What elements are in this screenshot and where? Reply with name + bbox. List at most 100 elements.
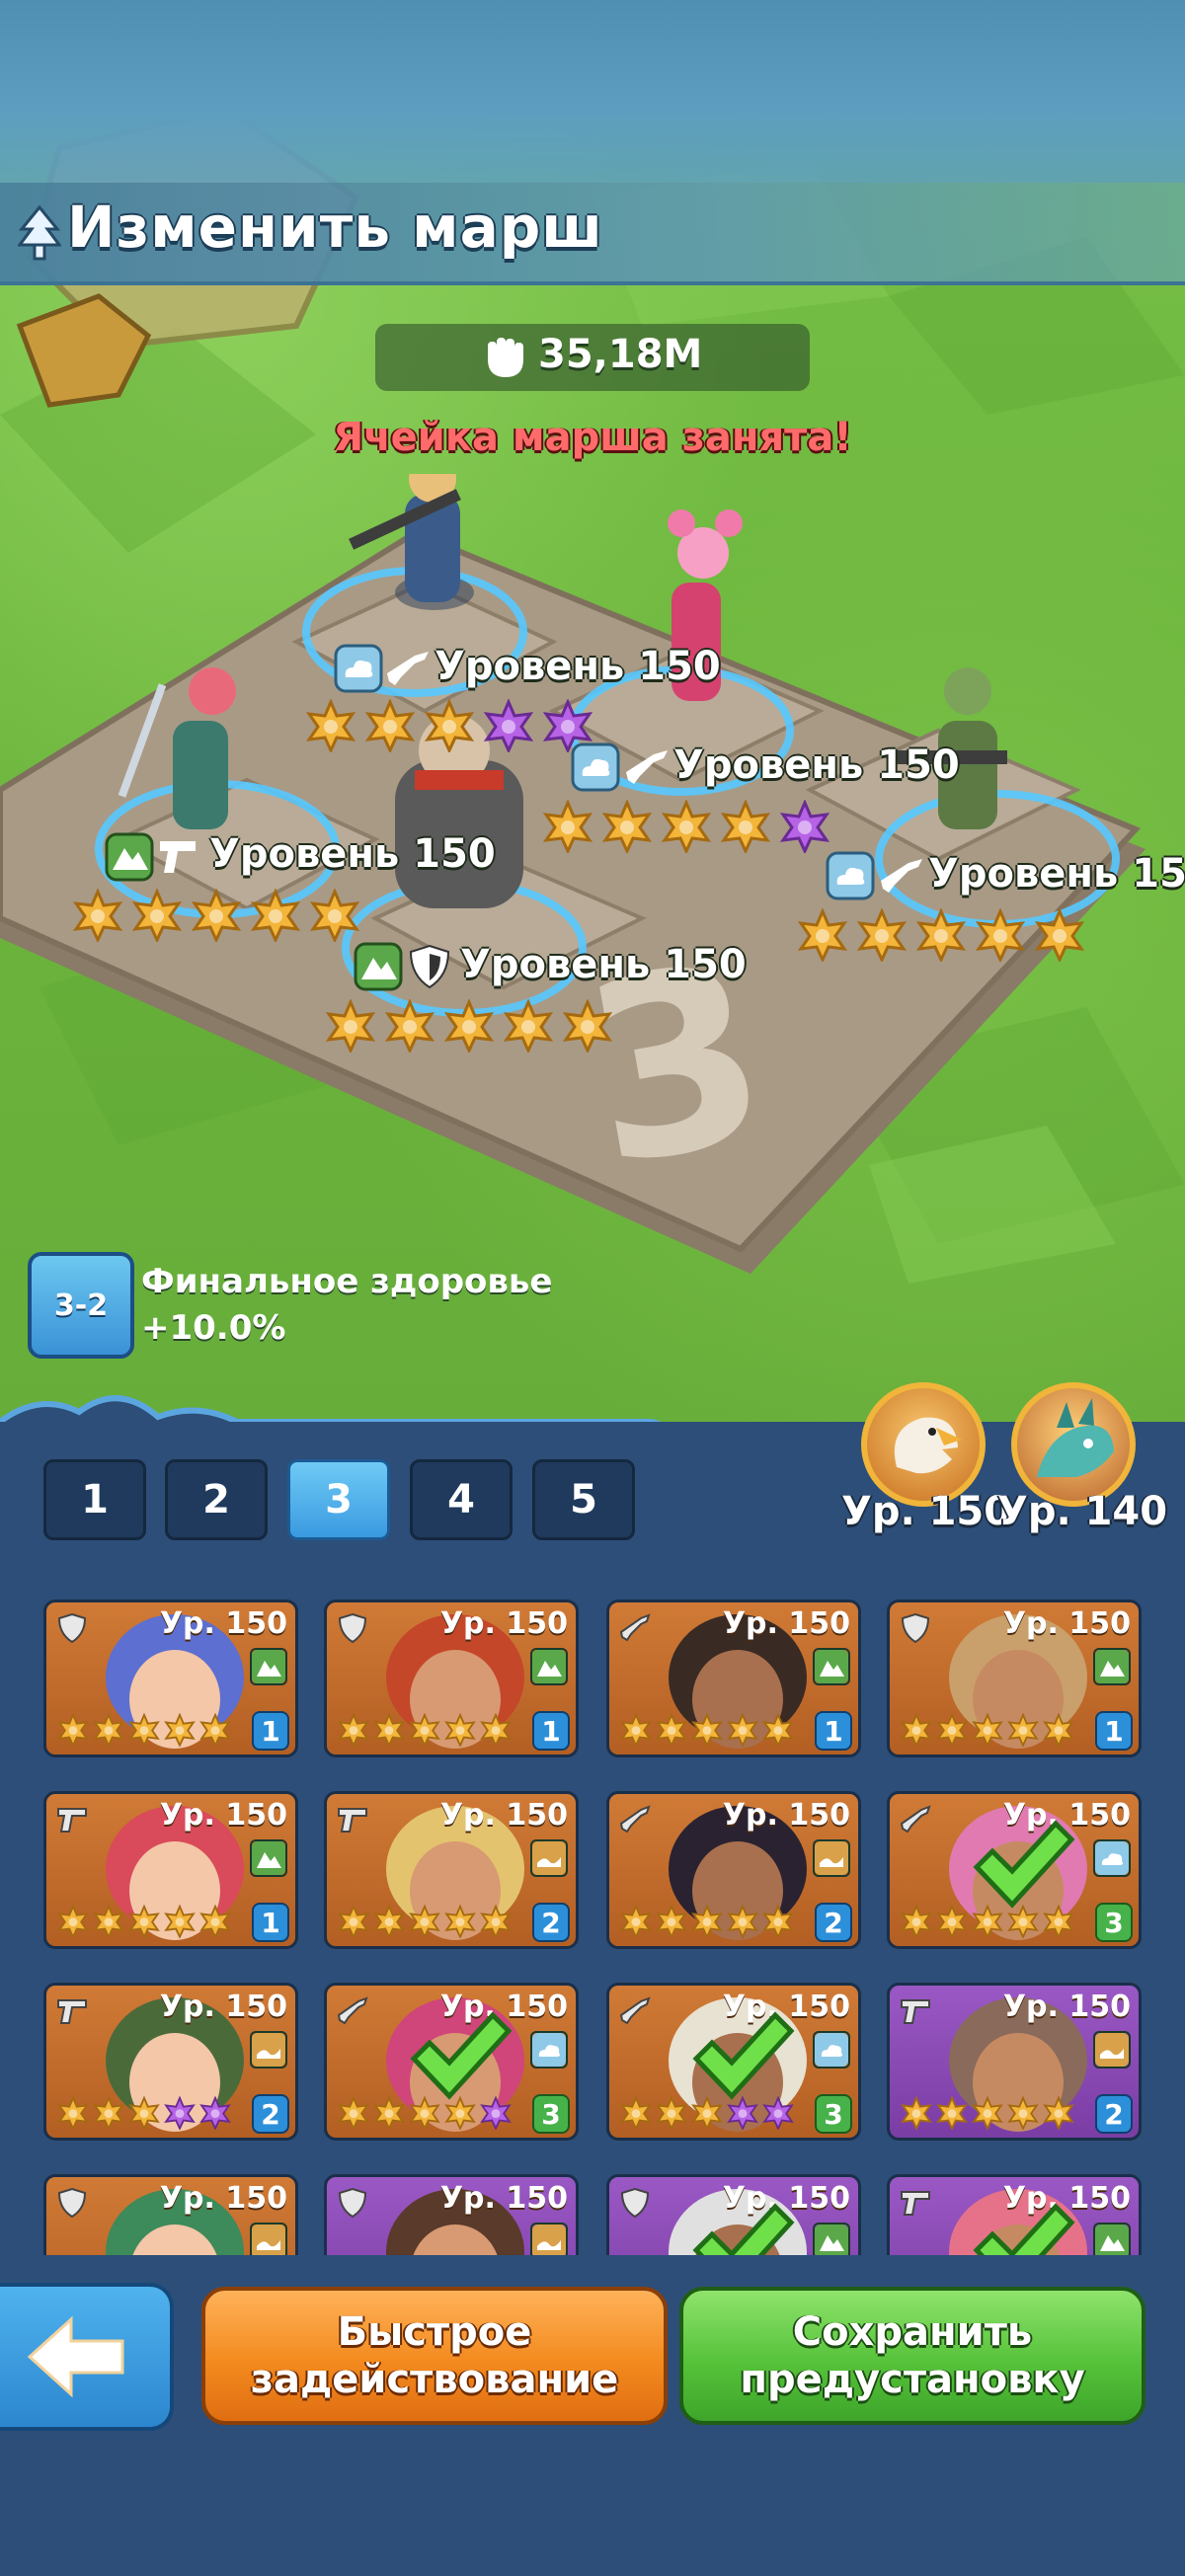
gold-star-icon xyxy=(762,1713,794,1747)
shield-icon xyxy=(901,1612,930,1644)
sand-icon xyxy=(250,2223,287,2255)
hero-card-level: Ур. 150 xyxy=(159,1990,287,2024)
hero-stars xyxy=(71,889,361,942)
mountain-icon xyxy=(813,2223,850,2255)
hero-card[interactable]: Ур. 150 xyxy=(887,2174,1142,2255)
hero-count-badge: 1 xyxy=(532,1711,570,1751)
preset-tab-3[interactable]: 3 xyxy=(287,1459,390,1540)
rifle-icon xyxy=(881,859,922,893)
gold-star-icon xyxy=(57,1905,89,1938)
gold-star-icon xyxy=(661,800,712,853)
hero-card[interactable]: Ур. 150 xyxy=(43,2174,298,2255)
hero-count-badge: 2 xyxy=(532,1903,570,1942)
hero-level-label: Уровень 150 xyxy=(928,851,1185,897)
gold-star-icon xyxy=(936,2096,968,2130)
hero-roster-grid: Ур. 150 1 Ур. 150 1 Ур. 150 1 Ур. 150 1 Ур. 150 1… xyxy=(0,1600,1185,2255)
save-preset-button[interactable]: Сохранить предустановку xyxy=(679,2287,1146,2425)
hero-card[interactable]: Ур. 150 2 xyxy=(43,1983,298,2141)
sand-icon xyxy=(1093,2031,1131,2069)
mountain-icon xyxy=(250,1839,287,1877)
gold-star-icon xyxy=(364,699,416,752)
gold-star-icon xyxy=(444,1713,476,1747)
gold-star-icon xyxy=(57,1713,89,1747)
hero-count-badge: 2 xyxy=(1095,2094,1133,2134)
fist-icon xyxy=(488,338,523,377)
hero-count-badge: 1 xyxy=(252,1711,289,1751)
rifle-icon xyxy=(619,1996,651,2025)
gold-star-icon xyxy=(93,1713,124,1747)
mountain-icon xyxy=(813,1648,850,1685)
quick-deploy-button[interactable]: Быстрое задействование xyxy=(201,2287,668,2425)
formation-bonus-icon[interactable]: 3-2 xyxy=(28,1252,134,1359)
purple-star-icon xyxy=(779,800,830,853)
pistol-icon xyxy=(338,1808,367,1833)
pet-level-label: Ур. 140 xyxy=(997,1489,1168,1534)
hero-card[interactable]: Ур. 150 3 xyxy=(887,1791,1142,1949)
hero-card[interactable]: Ур. 150 1 xyxy=(324,1600,579,1757)
hero-count-badge: 1 xyxy=(252,1903,289,1942)
preset-tab-5[interactable]: 5 xyxy=(532,1459,635,1540)
hero-card-level: Ур. 150 xyxy=(439,1606,568,1641)
hero-stars xyxy=(796,908,1086,962)
hero-count-badge: 2 xyxy=(252,2094,289,2134)
hero-card-level: Ур. 150 xyxy=(159,2181,287,2216)
pistol-icon xyxy=(57,1999,87,2024)
gold-star-icon xyxy=(93,1905,124,1938)
hero-card[interactable]: Ур. 150 1 xyxy=(43,1791,298,1949)
gold-star-icon xyxy=(164,1905,196,1938)
preset-tab-1[interactable]: 1 xyxy=(43,1459,146,1540)
hero-card[interactable]: Ур. 150 1 xyxy=(887,1600,1142,1757)
preset-tab-4[interactable]: 4 xyxy=(410,1459,513,1540)
gold-star-icon xyxy=(409,1905,440,1938)
hero-card[interactable]: Ур. 150 1 xyxy=(606,1600,861,1757)
gold-star-icon xyxy=(691,1905,723,1938)
rifle-icon xyxy=(900,1805,931,1834)
gold-star-icon xyxy=(57,2096,89,2130)
hero-card[interactable]: Ур. 150 1 xyxy=(43,1600,298,1757)
hero-card[interactable]: Ур. 150 3 xyxy=(606,1983,861,2141)
gold-star-icon xyxy=(915,908,967,962)
gold-star-icon xyxy=(443,999,495,1053)
hero-count-badge: 3 xyxy=(532,2094,570,2134)
shield-icon xyxy=(338,1612,367,1644)
hero-count-badge: 3 xyxy=(1095,1903,1133,1942)
hero-card[interactable]: Ур. 150 xyxy=(324,2174,579,2255)
gold-star-icon xyxy=(901,1713,932,1747)
hero-card[interactable]: Ур. 150 xyxy=(606,2174,861,2255)
hero-card-stars xyxy=(619,1905,795,1938)
hero-card[interactable]: Ур. 150 2 xyxy=(324,1791,579,1949)
gold-star-icon xyxy=(1007,2096,1039,2130)
bonus-title: Финальное здоровье xyxy=(141,1262,553,1301)
gold-star-icon xyxy=(480,1905,512,1938)
gold-star-icon xyxy=(325,999,376,1053)
gold-star-icon xyxy=(409,1713,440,1747)
gold-star-icon xyxy=(338,1713,369,1747)
cloud-icon xyxy=(1093,1839,1131,1877)
hero-card[interactable]: Ур. 150 2 xyxy=(887,1983,1142,2141)
gold-star-icon xyxy=(901,2096,932,2130)
checkmark-icon xyxy=(410,2011,513,2100)
hero-card[interactable]: Ур. 150 2 xyxy=(606,1791,861,1949)
hero-card[interactable]: Ур. 150 3 xyxy=(324,1983,579,2141)
gold-star-icon xyxy=(373,1905,405,1938)
gold-star-icon xyxy=(656,1713,687,1747)
hero-card-level: Ур. 150 xyxy=(159,1798,287,1833)
hero-level-label: Уровень 150 xyxy=(673,742,960,788)
mountain-icon xyxy=(250,1648,287,1685)
preset-tab-2[interactable]: 2 xyxy=(165,1459,268,1540)
purple-star-icon xyxy=(542,699,593,752)
sand-icon xyxy=(530,2223,568,2255)
cloud-icon xyxy=(826,851,875,900)
gold-star-icon xyxy=(444,1905,476,1938)
pistol-icon xyxy=(901,2191,930,2216)
hero-card-level: Ур. 150 xyxy=(722,1606,850,1641)
hero-level-label: Уровень 150 xyxy=(460,942,747,987)
cloud-icon xyxy=(813,2031,850,2069)
rifle-icon xyxy=(626,750,668,784)
hero-count-badge: 2 xyxy=(815,1903,852,1942)
power-value: 35,18M xyxy=(538,332,703,377)
hero-card-level: Ур. 150 xyxy=(439,1798,568,1833)
page-title: Изменить марш xyxy=(67,194,603,261)
hero-count-badge: 3 xyxy=(815,2094,852,2134)
cloud-icon xyxy=(334,644,383,693)
